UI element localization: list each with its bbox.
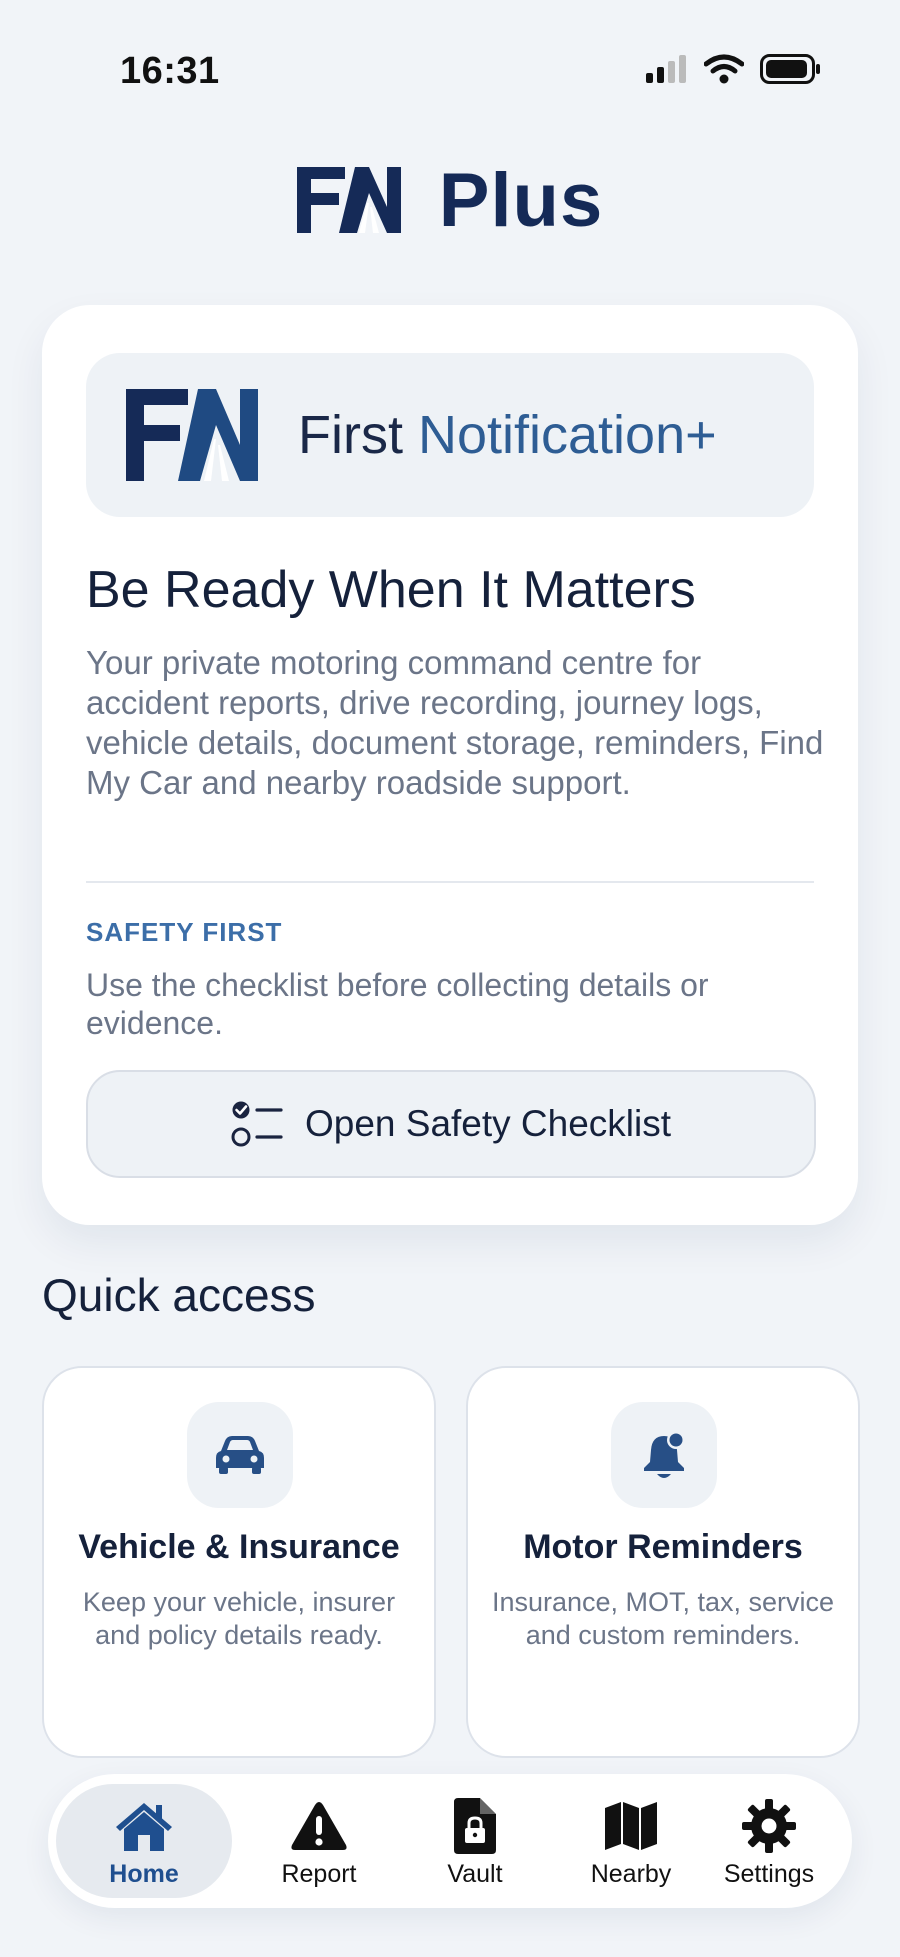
lock-file-icon [454,1798,496,1854]
fn-brand-logo: FN [126,389,258,481]
divider [86,881,814,883]
brand-name-prefix: First [298,405,418,465]
checklist-icon [231,1101,283,1147]
brand-name-accent: Notification+ [417,405,717,465]
status-icons [646,54,822,84]
tab-vault-label: Vault [447,1860,503,1888]
cellular-signal-icon [646,55,686,83]
home-icon [116,1803,172,1851]
open-safety-checklist-button[interactable]: Open Safety Checklist [86,1070,816,1178]
hero-title: Be Ready When It Matters [86,561,696,619]
status-time: 16:31 [120,50,220,92]
hero-card: FN First Notification+ Be Ready When It … [42,305,858,1225]
tab-bar: Home Report Vault Nearby Settings [48,1774,852,1908]
vehicle-insurance-card[interactable]: Vehicle & Insurance Keep your vehicle, i… [42,1366,436,1758]
brand-banner: FN First Notification+ [86,353,814,517]
app-logo-text: Plus [438,157,604,243]
brand-name: First Notification+ [298,404,717,466]
battery-icon [760,54,820,84]
vehicle-insurance-title: Vehicle & Insurance [78,1528,400,1566]
wifi-icon [704,54,744,84]
checklist-button-label: Open Safety Checklist [304,1103,672,1144]
tab-report-label: Report [281,1860,357,1888]
warning-icon [291,1802,347,1850]
safety-text: Use the checklist before collecting deta… [86,967,709,1041]
quick-access-title: Quick access [42,1269,316,1321]
motor-reminders-card[interactable]: Motor Reminders Insurance, MOT, tax, ser… [466,1366,860,1758]
tab-vault[interactable]: Vault [400,1784,550,1898]
safety-label: SAFETY FIRST [86,917,283,947]
tab-home[interactable]: Home [56,1784,232,1898]
car-icon [216,1436,264,1474]
tab-report[interactable]: Report [244,1784,394,1898]
motor-reminders-description: Insurance, MOT, tax, service and custom … [491,1587,835,1650]
tab-nearby-label: Nearby [590,1860,672,1888]
app-logo: FN Plus [0,158,900,243]
tab-home-label: Home [109,1860,179,1888]
fn-logo-mark: FN [296,167,401,233]
map-icon [605,1802,657,1850]
motor-reminders-title: Motor Reminders [523,1528,803,1566]
hero-description: Your private motoring command centre for… [86,644,824,801]
vehicle-icon-tile [187,1402,293,1508]
vehicle-insurance-description: Keep your vehicle, insurer and policy de… [82,1587,396,1650]
tab-settings[interactable]: Settings [694,1784,844,1898]
gear-icon [742,1799,796,1853]
tab-nearby[interactable]: Nearby [556,1784,706,1898]
reminders-icon-tile [611,1402,717,1508]
tab-settings-label: Settings [723,1860,815,1888]
bell-icon [644,1431,685,1478]
status-bar: 16:31 [0,0,900,150]
